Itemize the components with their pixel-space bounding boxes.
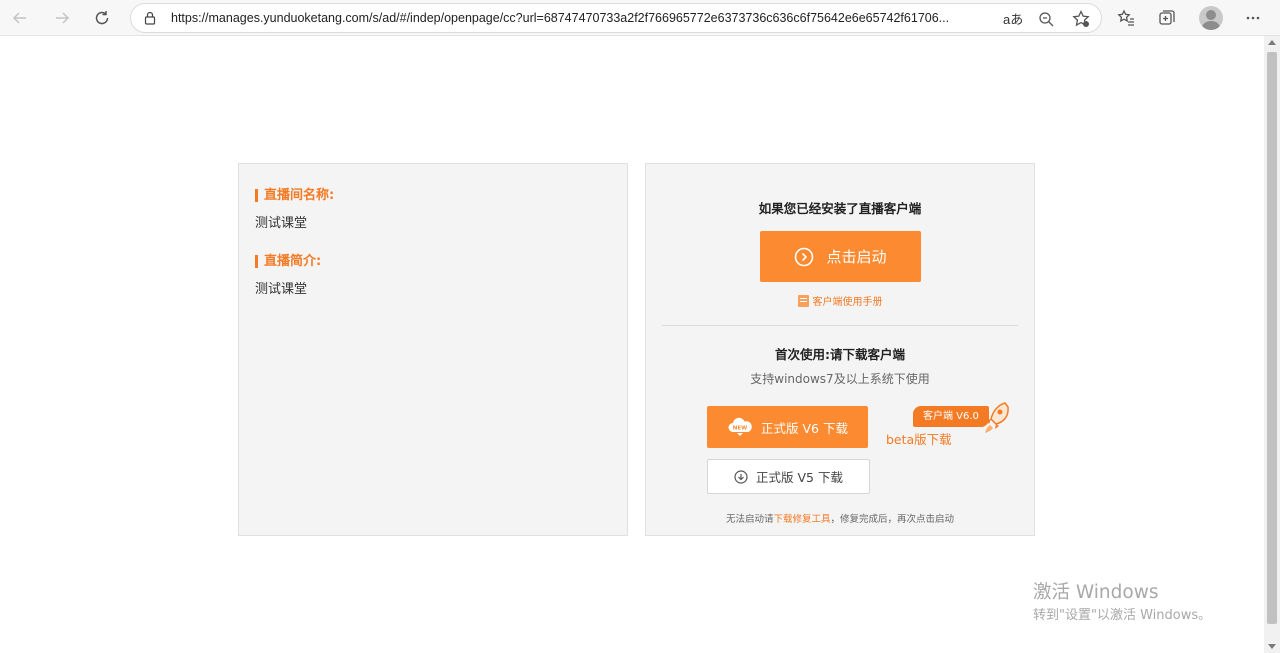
launch-button[interactable]: 点击启动 xyxy=(760,231,921,282)
manual-book-icon xyxy=(797,294,809,307)
download-icon xyxy=(734,469,748,484)
download-v5-button[interactable]: 正式版 V5 下载 xyxy=(707,459,870,494)
client-panel: 如果您已经安装了直播客户端 点击启动 客户端使用手册 首次使用:请下载客户端 支… xyxy=(645,163,1035,536)
zoom-icon[interactable] xyxy=(1037,10,1055,28)
forward-button[interactable] xyxy=(48,4,76,32)
more-menu-button[interactable] xyxy=(1239,4,1267,32)
arrow-right-icon xyxy=(56,12,70,24)
download-v6-button[interactable]: NEW 正式版 V6 下载 xyxy=(707,406,868,448)
arrow-left-icon xyxy=(12,12,26,24)
room-name-value: 测试课堂 xyxy=(255,216,308,231)
room-info-panel: 直播间名称: 测试课堂 直播简介: 测试课堂 xyxy=(238,163,628,536)
favorites-button[interactable] xyxy=(1112,4,1140,32)
collections-button[interactable] xyxy=(1153,4,1181,32)
scrollbar-thumb[interactable] xyxy=(1267,52,1277,624)
windows-watermark-subtitle: 转到"设置"以激活 Windows。 xyxy=(1033,608,1212,623)
download-v5-label: 正式版 V5 下载 xyxy=(756,470,843,485)
rocket-icon xyxy=(985,402,1009,433)
beta-download[interactable]: 客户端 V6.0 beta版下载 xyxy=(884,400,1014,450)
repair-suffix: ，修复完成后，再次点击启动 xyxy=(830,514,955,525)
collections-icon xyxy=(1159,10,1175,25)
new-badge-text: NEW xyxy=(733,426,747,432)
repair-prefix: 无法启动请 xyxy=(725,514,774,525)
url-text[interactable]: https://manages.yunduoketang.com/s/ad/#/… xyxy=(171,11,1021,25)
address-bar[interactable]: https://manages.yunduoketang.com/s/ad/#/… xyxy=(130,3,1102,33)
launch-button-label: 点击启动 xyxy=(826,248,887,266)
room-name-label: 直播间名称: xyxy=(255,189,334,202)
scroll-down-icon[interactable] xyxy=(1268,644,1276,649)
chevron-circle-icon xyxy=(795,247,814,266)
manual-link-label[interactable]: 客户端使用手册 xyxy=(813,293,883,308)
new-cloud-icon: NEW xyxy=(728,417,752,436)
first-use-heading: 首次使用:请下载客户端 xyxy=(775,347,905,362)
add-favorite-icon[interactable] xyxy=(1071,9,1091,29)
more-icon xyxy=(1246,16,1260,20)
browser-toolbar: https://manages.yunduoketang.com/s/ad/#/… xyxy=(0,0,1280,36)
profile-avatar[interactable] xyxy=(1199,6,1223,30)
manual-link[interactable]: 客户端使用手册 xyxy=(646,293,1034,308)
support-text: 支持windows7及以上系统下使用 xyxy=(750,372,930,386)
scroll-up-icon[interactable] xyxy=(1268,40,1276,45)
lock-icon[interactable] xyxy=(143,11,157,25)
repair-tool-link[interactable]: 下载修复工具 xyxy=(773,514,830,525)
refresh-button[interactable] xyxy=(88,4,116,32)
room-intro-label: 直播简介: xyxy=(255,255,321,268)
download-v6-label: 正式版 V6 下载 xyxy=(761,420,848,436)
refresh-icon xyxy=(95,11,109,25)
windows-watermark-title: 激活 Windows xyxy=(1033,582,1159,603)
back-button[interactable] xyxy=(6,4,34,32)
installed-heading: 如果您已经安装了直播客户端 xyxy=(758,201,922,216)
page-scrollbar[interactable] xyxy=(1264,36,1280,653)
repair-note: 无法启动请下载修复工具，修复完成后，再次点击启动 xyxy=(646,511,1034,525)
read-aloud-icon[interactable]: aあ xyxy=(1003,9,1023,28)
divider xyxy=(662,325,1018,326)
beta-version-tag: 客户端 V6.0 xyxy=(913,406,989,427)
room-intro-value: 测试课堂 xyxy=(255,282,308,297)
beta-download-link[interactable]: beta版下载 xyxy=(886,429,952,448)
favorites-icon xyxy=(1117,9,1134,26)
